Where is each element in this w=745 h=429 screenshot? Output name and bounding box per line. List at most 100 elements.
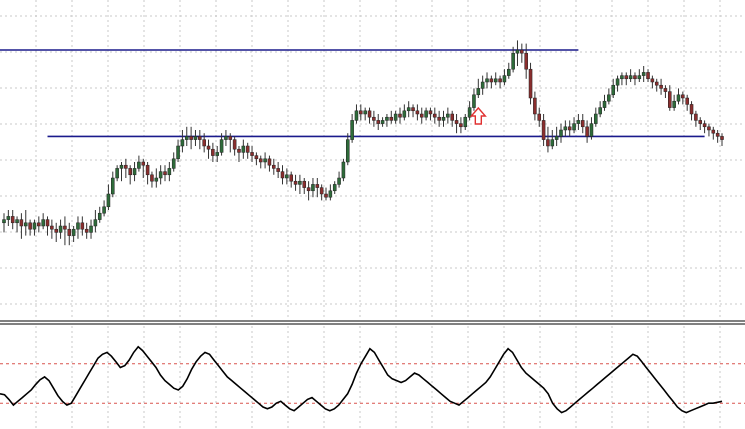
candle xyxy=(337,171,341,188)
candle-body xyxy=(537,113,542,121)
candle xyxy=(58,219,63,239)
candle-body xyxy=(106,193,111,208)
candle-body xyxy=(720,136,724,140)
candle-body xyxy=(93,219,98,227)
candle-body xyxy=(50,225,54,230)
candle xyxy=(289,171,293,188)
candle xyxy=(28,219,32,236)
candle-body xyxy=(424,110,428,118)
candle xyxy=(198,130,202,150)
candle-body xyxy=(337,177,341,185)
candle-body xyxy=(507,68,511,76)
candle-body xyxy=(707,126,711,131)
candle-body xyxy=(80,222,85,230)
price-chart xyxy=(0,0,745,428)
candle-body xyxy=(267,158,272,166)
candle-body xyxy=(502,75,507,83)
candle-body xyxy=(489,78,494,83)
candle-body xyxy=(511,52,515,70)
candle-body xyxy=(89,225,93,233)
candle-body xyxy=(620,75,624,80)
candle xyxy=(328,184,333,201)
candle-body xyxy=(315,184,320,188)
candle-body xyxy=(559,129,563,137)
candle xyxy=(32,219,37,236)
candle-body xyxy=(219,139,224,153)
candle-body xyxy=(345,139,350,163)
candle-body xyxy=(428,110,433,115)
candle xyxy=(646,69,650,82)
candle xyxy=(2,213,6,233)
candle-body xyxy=(433,113,437,118)
candle xyxy=(63,216,67,246)
candle xyxy=(663,85,668,98)
candle xyxy=(576,114,581,130)
candle-body xyxy=(380,120,385,124)
candle-body xyxy=(572,123,576,131)
candle xyxy=(567,120,572,137)
candle-body xyxy=(289,174,293,182)
candle xyxy=(341,158,346,182)
candle xyxy=(76,216,80,239)
candle-body xyxy=(145,164,150,176)
candle xyxy=(528,62,533,105)
candle xyxy=(241,139,246,159)
candle xyxy=(715,130,720,143)
candle-body xyxy=(158,171,163,179)
candle xyxy=(106,184,111,210)
candle xyxy=(354,104,359,124)
candle xyxy=(446,107,450,124)
candle-body xyxy=(58,225,63,233)
candle-body xyxy=(668,91,672,108)
candle-body xyxy=(402,110,407,118)
candle xyxy=(232,136,237,156)
candle-body xyxy=(524,52,528,70)
candle-body xyxy=(554,136,559,140)
candle xyxy=(280,165,285,185)
candle xyxy=(324,187,328,201)
candle xyxy=(385,114,389,127)
candle-body xyxy=(71,228,76,236)
candle-body xyxy=(685,97,689,105)
candle xyxy=(332,181,337,194)
candle xyxy=(672,94,676,111)
candle xyxy=(171,152,176,172)
candle-body xyxy=(272,164,276,169)
candle-body xyxy=(224,136,228,140)
candle-body xyxy=(180,139,185,147)
candle xyxy=(698,117,703,130)
candle xyxy=(380,117,385,127)
candle xyxy=(654,78,659,92)
candle xyxy=(345,133,350,166)
up-arrow-icon xyxy=(469,106,487,125)
candle-body xyxy=(211,148,215,156)
candle-body xyxy=(546,139,550,147)
candle-body xyxy=(19,219,24,227)
candle xyxy=(628,69,633,82)
candle xyxy=(554,126,559,146)
candle xyxy=(637,69,642,82)
candle xyxy=(71,226,76,242)
candle xyxy=(476,78,481,98)
candle xyxy=(367,107,372,124)
candle-body xyxy=(28,222,32,230)
candle-body xyxy=(654,81,659,86)
candle-body xyxy=(245,145,250,153)
candle-body xyxy=(285,174,289,179)
candle-body xyxy=(341,161,346,179)
marker-layer xyxy=(469,106,487,125)
candle-body xyxy=(237,148,241,153)
oscillator-grid xyxy=(35,326,721,428)
candle-body xyxy=(193,136,198,140)
candle-body xyxy=(476,88,481,96)
candle xyxy=(580,114,585,134)
candle xyxy=(10,210,15,230)
candle xyxy=(602,94,607,111)
candle-body xyxy=(280,171,285,179)
candle-body xyxy=(232,139,237,150)
candle xyxy=(433,107,437,124)
candle-body xyxy=(437,116,441,121)
candle xyxy=(37,216,41,233)
oscillator-reference-lines xyxy=(0,363,745,404)
candle xyxy=(711,126,716,140)
